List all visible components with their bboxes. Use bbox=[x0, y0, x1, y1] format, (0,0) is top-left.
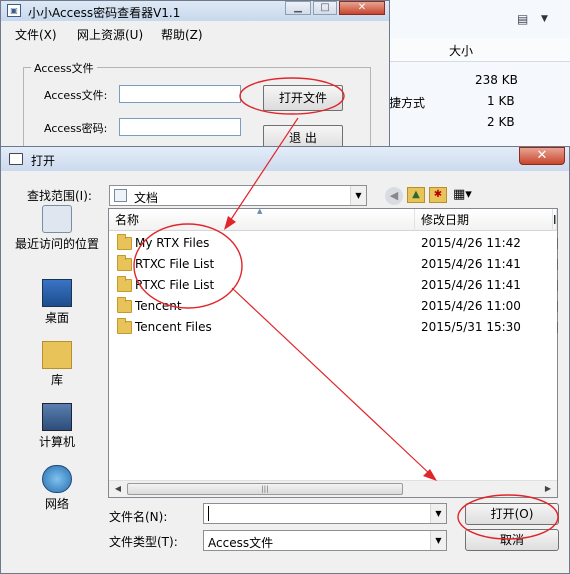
scroll-right-icon[interactable]: ▶ bbox=[541, 483, 555, 495]
open-file-dialog: 打开 ✕ 查找范围(I): 文档 ▼ ◀ ▲ ✱ ▦▾ 最近访问的位置 桌面 库… bbox=[0, 146, 570, 574]
file-path-field[interactable] bbox=[119, 85, 241, 103]
type-column-cell bbox=[557, 259, 558, 270]
type-column-cell bbox=[557, 238, 558, 249]
folder-icon bbox=[117, 297, 132, 313]
lookin-combo[interactable]: 文档 ▼ bbox=[109, 185, 367, 206]
filetype-combo[interactable]: Access文件 ▼ bbox=[203, 530, 447, 551]
maximize-button[interactable]: □ bbox=[313, 1, 337, 15]
documents-folder-icon bbox=[114, 189, 127, 202]
computer-icon bbox=[42, 403, 72, 431]
file-name: My RTX Files bbox=[135, 236, 210, 250]
view-menu-icon[interactable]: ▦▾ bbox=[453, 187, 481, 203]
lookin-label: 查找范围(I): bbox=[27, 189, 92, 203]
network-icon bbox=[42, 465, 72, 493]
back-icon[interactable]: ◀ bbox=[385, 187, 403, 205]
minimize-button[interactable]: ▁ bbox=[285, 1, 311, 15]
place-computer[interactable]: 计算机 bbox=[9, 403, 105, 450]
list-header: 名称 ▲ 修改日期 I bbox=[109, 207, 557, 231]
chevron-down-icon[interactable]: ▼ bbox=[430, 531, 446, 550]
up-folder-icon[interactable]: ▲ bbox=[407, 187, 425, 203]
folder-icon bbox=[117, 234, 132, 250]
new-folder-icon[interactable]: ✱ bbox=[429, 187, 447, 203]
type-column-cell bbox=[557, 301, 558, 312]
password-label: Access密码: bbox=[44, 122, 108, 135]
file-name: Tencent bbox=[135, 299, 182, 313]
dialog-icon bbox=[9, 153, 23, 165]
menu-web-resources[interactable]: 网上资源(U) bbox=[77, 26, 143, 43]
type-column-cell bbox=[557, 280, 558, 291]
app-titlebar[interactable]: ▣ 小小Access密码查看器V1.1 ▁ □ ✕ bbox=[1, 1, 389, 21]
size-column-header[interactable]: 大小 bbox=[449, 42, 473, 59]
filetype-label: 文件类型(T): bbox=[109, 535, 178, 549]
scroll-left-icon[interactable]: ◀ bbox=[111, 483, 125, 495]
view-dropdown-arrow-icon[interactable]: ▼ bbox=[541, 14, 548, 24]
file-name: RTXC File List bbox=[135, 278, 215, 292]
access-password-viewer-window: ▣ 小小Access密码查看器V1.1 ▁ □ ✕ 文件(X) 网上资源(U) … bbox=[0, 0, 390, 157]
list-item[interactable]: 2 KB bbox=[389, 112, 570, 132]
column-header: 大小 bbox=[389, 38, 570, 62]
file-date: 2015/4/26 11:42 bbox=[421, 236, 521, 250]
app-icon: ▣ bbox=[7, 4, 21, 17]
filename-combo[interactable]: ▼ bbox=[203, 503, 447, 524]
file-list[interactable]: 名称 ▲ 修改日期 I My RTX Files 2015/4/26 11:42 R… bbox=[108, 207, 558, 498]
recent-places-icon bbox=[42, 205, 72, 233]
place-network[interactable]: 网络 bbox=[9, 465, 105, 512]
type-column-cell bbox=[557, 322, 558, 333]
file-date: 2015/5/31 15:30 bbox=[421, 320, 521, 334]
file-date: 2015/4/26 11:00 bbox=[421, 299, 521, 313]
menu-file[interactable]: 文件(X) bbox=[15, 26, 57, 43]
type-column-header[interactable]: I bbox=[553, 209, 557, 231]
sort-ascending-icon: ▲ bbox=[257, 207, 263, 215]
file-list-item[interactable]: Tencent Files 2015/5/31 15:30 bbox=[113, 317, 558, 338]
chevron-down-icon[interactable]: ▼ bbox=[350, 186, 366, 205]
app-close-button[interactable]: ✕ bbox=[339, 1, 385, 15]
desktop-icon bbox=[42, 279, 72, 307]
date-column-header[interactable]: 修改日期 bbox=[415, 209, 553, 231]
dialog-titlebar[interactable]: 打开 ✕ bbox=[1, 147, 569, 171]
dialog-title: 打开 bbox=[31, 154, 56, 168]
place-library[interactable]: 库 bbox=[9, 341, 105, 388]
places-bar: 最近访问的位置 桌面 库 计算机 网络 bbox=[9, 205, 105, 511]
file-date: 2015/4/26 11:41 bbox=[421, 278, 521, 292]
file-name: RTXC File List bbox=[135, 257, 215, 271]
folder-icon bbox=[117, 255, 132, 271]
dialog-close-button[interactable]: ✕ bbox=[519, 147, 565, 165]
app-title: 小小Access密码查看器V1.1 bbox=[28, 6, 181, 20]
password-field[interactable] bbox=[119, 118, 241, 136]
groupbox-title: Access文件 bbox=[31, 60, 97, 76]
list-item[interactable]: 238 KB bbox=[389, 70, 570, 90]
file-label: Access文件: bbox=[44, 89, 108, 102]
scroll-thumb[interactable]: ||| bbox=[127, 483, 403, 495]
filename-input[interactable] bbox=[208, 506, 209, 521]
folder-icon bbox=[117, 276, 132, 292]
horizontal-scrollbar[interactable]: ◀ ||| ▶ bbox=[109, 480, 557, 497]
folder-icon bbox=[117, 318, 132, 334]
file-date: 2015/4/26 11:41 bbox=[421, 257, 521, 271]
app-menubar: 文件(X) 网上资源(U) 帮助(Z) bbox=[1, 23, 389, 45]
chevron-down-icon[interactable]: ▼ bbox=[430, 504, 446, 523]
file-name: Tencent Files bbox=[135, 320, 212, 334]
library-icon bbox=[42, 341, 72, 369]
file-list-item[interactable]: Tencent 2015/4/26 11:00 bbox=[113, 296, 558, 317]
file-list-item[interactable]: RTXC File List 2015/4/26 11:41 bbox=[113, 275, 558, 296]
place-desktop[interactable]: 桌面 bbox=[9, 279, 105, 326]
file-list-item[interactable]: My RTX Files 2015/4/26 11:42 bbox=[113, 233, 558, 254]
open-button[interactable]: 打开(O) bbox=[465, 503, 559, 525]
file-list-item[interactable]: RTXC File List 2015/4/26 11:41 bbox=[113, 254, 558, 275]
filename-label: 文件名(N): bbox=[109, 510, 168, 524]
background-explorer-window: ▤ ▼ 大小 238 KB 捷方式 1 KB 2 KB bbox=[388, 0, 570, 150]
view-options-icon[interactable]: ▤ bbox=[517, 12, 533, 26]
list-item[interactable]: 捷方式 1 KB bbox=[389, 91, 570, 111]
open-file-button[interactable]: 打开文件 bbox=[263, 85, 343, 111]
menu-help[interactable]: 帮助(Z) bbox=[161, 26, 203, 43]
place-recent[interactable]: 最近访问的位置 bbox=[9, 205, 105, 252]
cancel-button[interactable]: 取消 bbox=[465, 529, 559, 551]
